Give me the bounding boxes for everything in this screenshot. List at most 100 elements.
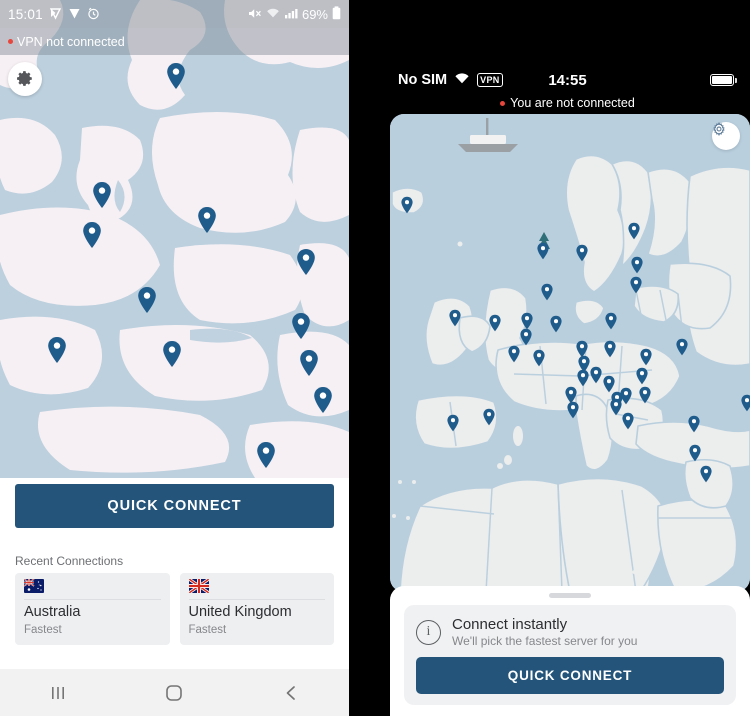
map-pin[interactable] [46, 336, 68, 364]
battery-percent-label: 69% [301, 6, 328, 22]
left-bottom-panel: QUICK CONNECT Recent Connections Austral… [0, 478, 349, 669]
ios-status-bar-time: 14:55 [548, 71, 587, 89]
navigation-arrow-icon [68, 7, 81, 22]
map-pin[interactable] [589, 366, 603, 384]
right-settings-button[interactable] [712, 122, 740, 150]
recent-connections-label: Recent Connections [15, 554, 124, 568]
wifi-icon [266, 7, 280, 22]
left-vpn-status-text: VPN not connected [17, 34, 125, 49]
map-pin[interactable] [687, 415, 701, 433]
right-vpn-status-text: You are not connected [510, 96, 635, 110]
map-pin[interactable] [566, 401, 580, 419]
map-pin[interactable] [536, 242, 550, 260]
map-pin[interactable] [549, 315, 563, 333]
map-pin[interactable] [576, 369, 590, 387]
play-badge-icon [49, 7, 62, 22]
card-header-row: i Connect instantly We'll pick the faste… [416, 616, 724, 648]
card-divider [24, 599, 161, 600]
map-pin[interactable] [519, 328, 533, 346]
map-pin[interactable] [298, 349, 320, 377]
right-bottom-sheet: i Connect instantly We'll pick the faste… [390, 586, 750, 716]
alarm-clock-icon [87, 7, 100, 22]
map-pin[interactable] [675, 338, 689, 356]
right-map-graphic [390, 114, 750, 592]
clipped-section-label [15, 662, 18, 668]
map-pin[interactable] [165, 62, 187, 90]
recent-connection-speed: Fastest [24, 624, 62, 636]
map-pin[interactable] [290, 312, 312, 340]
battery-fill [712, 76, 732, 84]
card-text-block: Connect instantly We'll pick the fastest… [452, 616, 637, 648]
map-pin[interactable] [575, 244, 589, 262]
map-pin[interactable] [532, 349, 546, 367]
back-icon [286, 685, 295, 700]
recent-connection-item[interactable]: United Kingdom Fastest [179, 573, 334, 645]
map-pin[interactable] [488, 314, 502, 332]
status-dot-icon [8, 39, 13, 44]
map-pin[interactable] [400, 196, 414, 214]
gear-icon [17, 71, 32, 86]
left-quick-connect-button[interactable]: QUICK CONNECT [15, 484, 334, 528]
map-pin[interactable] [621, 412, 635, 430]
card-subtitle: We'll pick the fastest server for you [452, 634, 638, 649]
android-navigation-bar [0, 669, 349, 716]
battery-body [710, 74, 734, 86]
map-pin[interactable] [629, 276, 643, 294]
map-pin[interactable] [312, 386, 334, 414]
status-dot-icon [500, 100, 506, 106]
map-pin[interactable] [740, 394, 750, 412]
recents-button[interactable] [28, 673, 88, 713]
map-pin[interactable] [540, 283, 554, 301]
left-map-canvas[interactable] [0, 0, 349, 478]
map-pin[interactable] [482, 408, 496, 426]
map-pin[interactable] [161, 340, 183, 368]
recent-connection-country: United Kingdom [188, 604, 292, 620]
card-divider [188, 599, 325, 600]
recent-connection-country: Australia [24, 604, 81, 620]
android-status-bar: 15:01 69% [0, 0, 349, 28]
right-quick-connect-button[interactable]: QUICK CONNECT [416, 657, 724, 694]
gear-icon [713, 122, 725, 136]
recent-connection-item[interactable]: Australia Fastest [15, 573, 170, 645]
australia-flag-icon [24, 579, 44, 593]
map-pin[interactable] [91, 181, 113, 209]
map-pin[interactable] [448, 309, 462, 327]
sheet-grabber-handle[interactable] [549, 593, 591, 598]
map-pin[interactable] [136, 286, 158, 314]
connect-instantly-card: i Connect instantly We'll pick the faste… [404, 605, 736, 705]
map-pin[interactable] [635, 367, 649, 385]
map-pin[interactable] [255, 441, 277, 469]
map-pin[interactable] [638, 386, 652, 404]
map-pin[interactable] [603, 340, 617, 358]
recent-connection-speed: Fastest [188, 624, 227, 636]
map-pin[interactable] [196, 206, 218, 234]
map-pin[interactable] [688, 444, 702, 462]
map-pin[interactable] [639, 348, 653, 366]
recent-connections-list: Australia Fastest United Kingdom Fastest [15, 573, 334, 645]
map-pin[interactable] [295, 248, 317, 276]
map-pin[interactable] [630, 256, 644, 274]
battery-icon [332, 6, 341, 22]
android-phone-screen: 15:01 69% VPN not connected QUICK CONNEC… [0, 0, 349, 716]
right-map-canvas[interactable] [390, 114, 750, 592]
info-circle-icon: i [416, 619, 441, 645]
screenshot-stage: 15:01 69% VPN not connected QUICK CONNEC… [0, 0, 750, 716]
back-button[interactable] [261, 673, 321, 713]
map-pin[interactable] [507, 345, 521, 363]
left-vpn-status-banner: VPN not connected [0, 28, 349, 55]
map-pin[interactable] [446, 414, 460, 432]
status-bar-time: 15:01 [8, 6, 43, 22]
map-pin[interactable] [81, 221, 103, 249]
left-settings-button[interactable] [8, 62, 42, 96]
battery-tip [735, 77, 737, 83]
map-pin[interactable] [604, 312, 618, 330]
map-pin[interactable] [699, 465, 713, 483]
united-kingdom-flag-icon [188, 579, 209, 593]
card-title: Connect instantly [452, 616, 568, 633]
home-button[interactable] [144, 673, 204, 713]
map-pin[interactable] [627, 222, 641, 240]
mute-icon [248, 7, 262, 22]
battery-icon [710, 74, 737, 86]
home-icon [166, 684, 183, 701]
ios-status-bar: No SIM VPN 14:55 [385, 62, 750, 98]
